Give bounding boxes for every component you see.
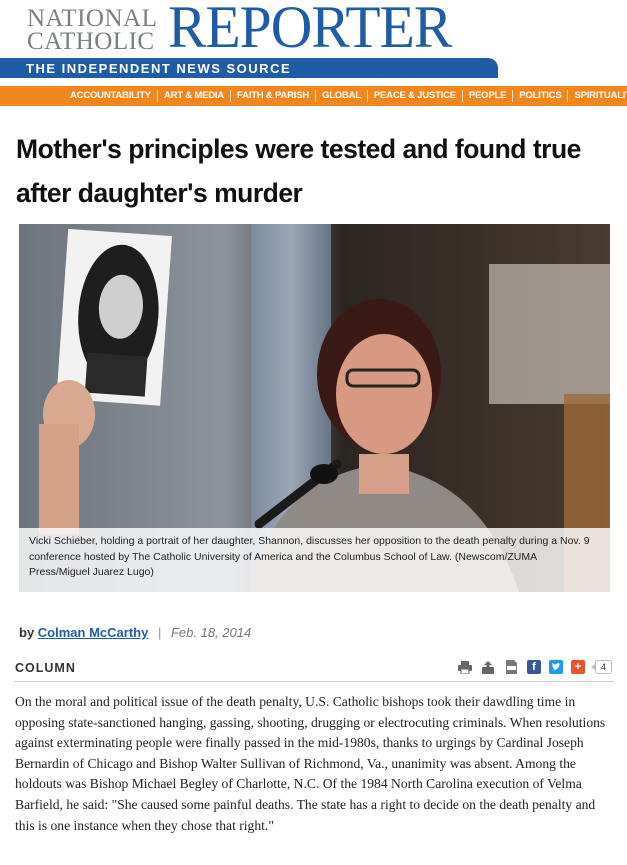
nav-item-accountability[interactable]: ACCOUNTABILITY bbox=[64, 86, 157, 106]
section-label[interactable]: COLUMN bbox=[15, 661, 76, 675]
nav-item-spirituality[interactable]: SPIRITUALITY bbox=[568, 86, 627, 106]
masthead: NATIONAL CATHOLIC REPORTER THE INDEPENDE… bbox=[0, 0, 627, 86]
article-photo: Vicki Schieber, holding a portrait of he… bbox=[19, 224, 610, 592]
facebook-icon[interactable]: f bbox=[526, 660, 541, 674]
nav-item-politics[interactable]: POLITICS bbox=[513, 86, 567, 106]
print-icon[interactable] bbox=[458, 660, 473, 674]
photo-caption: Vicki Schieber, holding a portrait of he… bbox=[19, 528, 610, 592]
nav-item-art-media[interactable]: ART & MEDIA bbox=[158, 86, 230, 106]
nav-item-global[interactable]: GLOBAL bbox=[316, 86, 367, 106]
section-nav: ACCOUNTABILITY ART & MEDIA FAITH & PARISH G… bbox=[0, 86, 627, 106]
nav-item-faith-parish[interactable]: FAITH & PARISH bbox=[231, 86, 315, 106]
share-count: 4 bbox=[590, 660, 612, 674]
byline-divider: | bbox=[157, 625, 162, 640]
pdf-icon[interactable] bbox=[504, 660, 519, 674]
share-icon[interactable] bbox=[481, 660, 496, 674]
brand-line2: CATHOLIC bbox=[27, 28, 155, 55]
byline: by Colman McCarthy | Feb. 18, 2014 bbox=[19, 625, 251, 640]
tagline: THE INDEPENDENT NEWS SOURCE bbox=[26, 61, 292, 76]
plus-icon[interactable]: + bbox=[570, 660, 585, 674]
byline-prefix: by bbox=[19, 625, 35, 640]
share-tools: f + 4 bbox=[458, 659, 612, 675]
nav-item-people[interactable]: PEOPLE bbox=[463, 86, 512, 106]
section-row: COLUMN f + 4 bbox=[14, 656, 614, 682]
author-link[interactable]: Colman McCarthy bbox=[38, 625, 149, 640]
article-headline: Mother's principles were tested and foun… bbox=[16, 134, 581, 208]
twitter-icon[interactable] bbox=[548, 660, 563, 674]
article-body: On the moral and political issue of the … bbox=[15, 694, 606, 833]
site-logo-small[interactable]: NATIONAL CATHOLIC bbox=[27, 5, 158, 55]
publish-date: Feb. 18, 2014 bbox=[170, 625, 252, 640]
nav-item-peace-justice[interactable]: PEACE & JUSTICE bbox=[368, 86, 462, 106]
site-logo[interactable]: REPORTER bbox=[168, 0, 452, 58]
brand-line1: NATIONAL bbox=[27, 5, 158, 32]
